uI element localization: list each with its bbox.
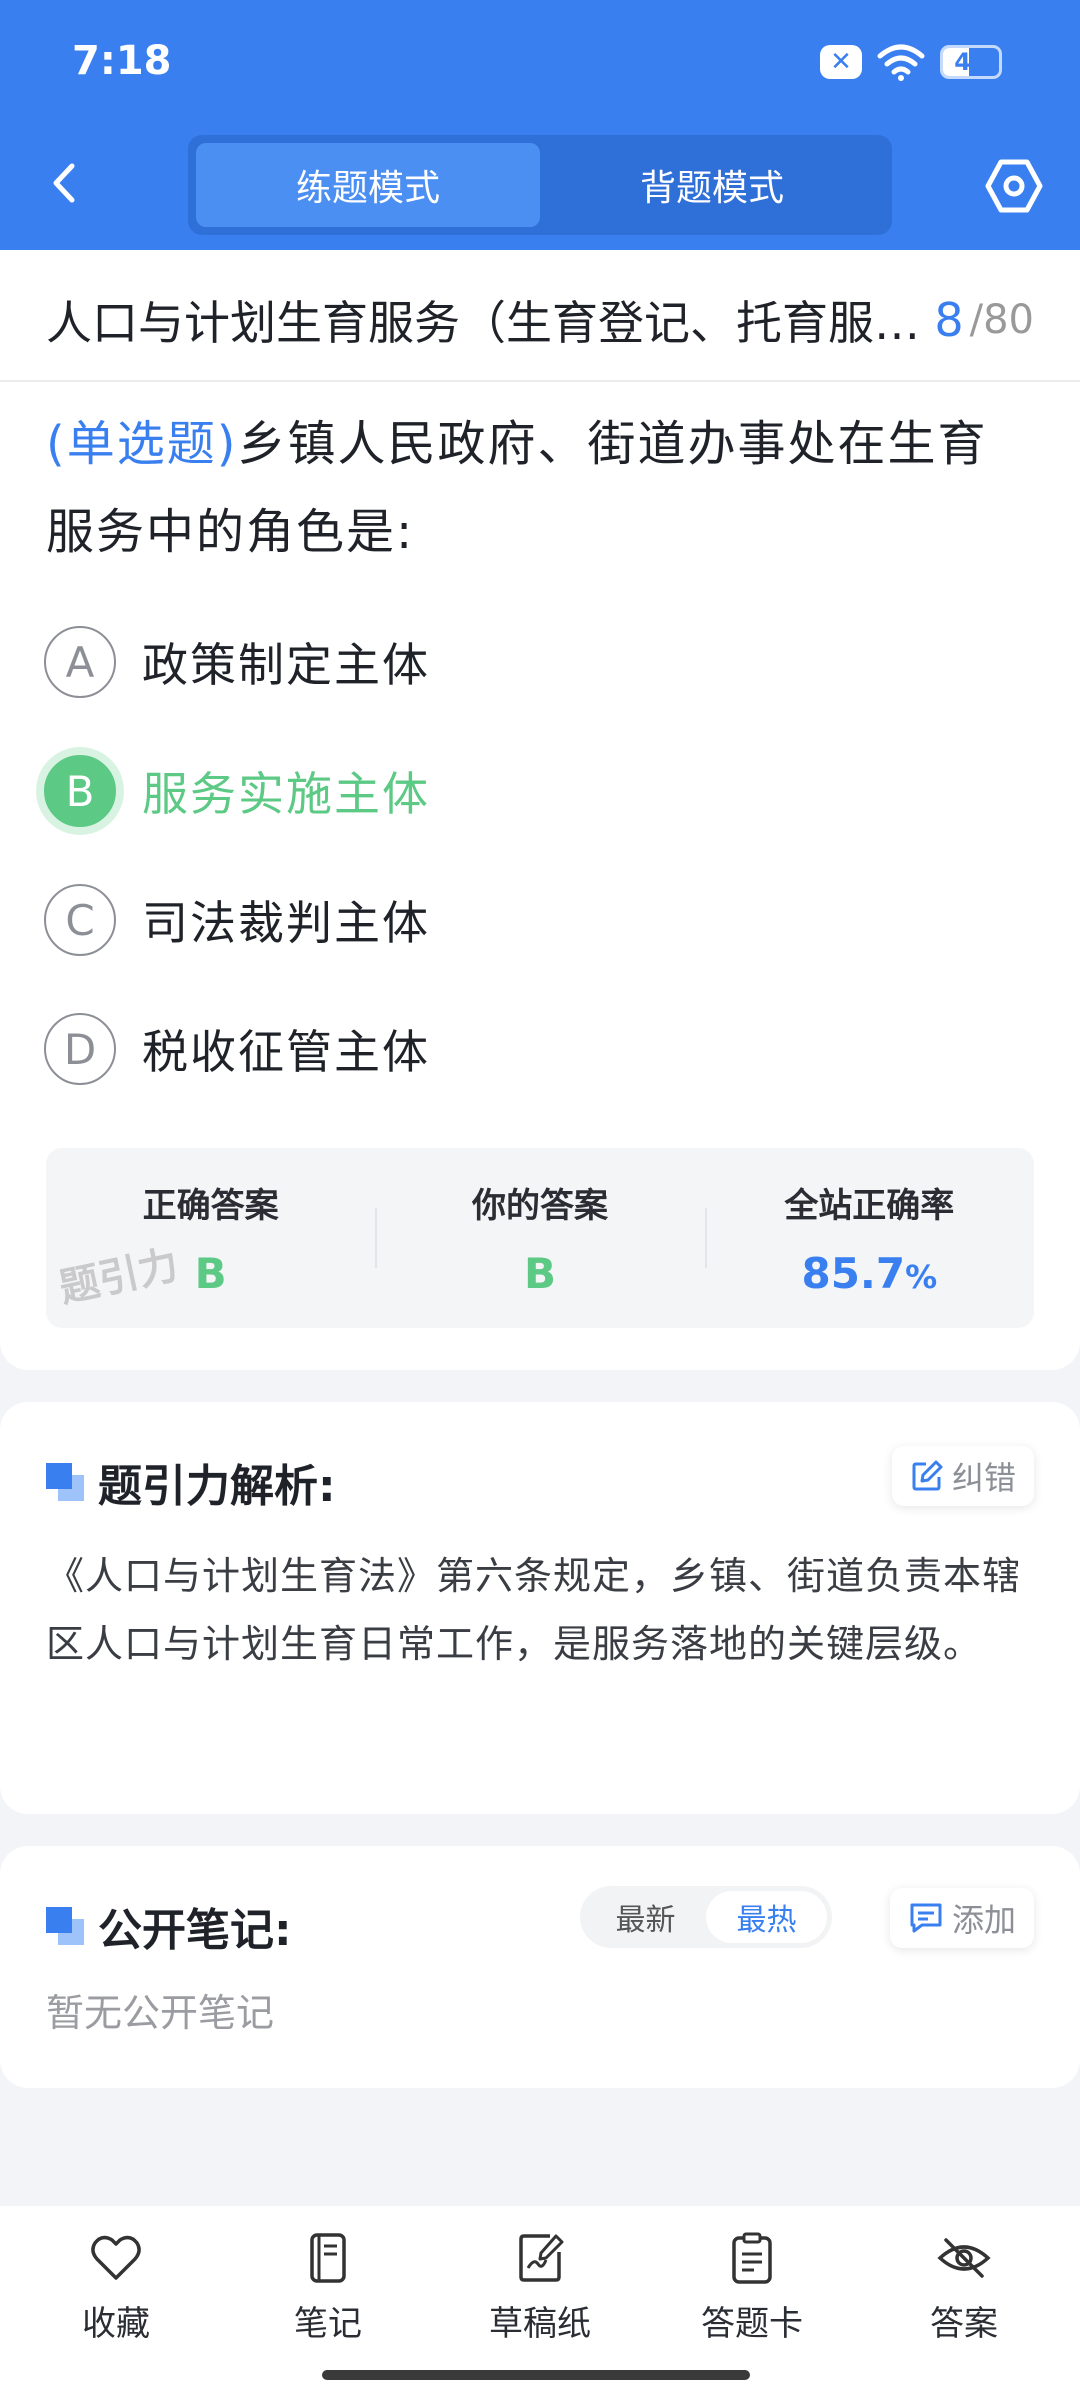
option-text: 服务实施主体 xyxy=(142,767,430,821)
mode-switch: 练题模式 背题模式 xyxy=(188,135,892,235)
analysis-title: 题引力解析: xyxy=(98,1461,336,1512)
report-error-label: 纠错 xyxy=(951,1459,1016,1497)
option-d[interactable]: D 税收征管主体 xyxy=(44,1011,430,1087)
draft-paper-icon xyxy=(519,2234,564,2282)
stat-value: B xyxy=(523,1249,556,1298)
back-button[interactable] xyxy=(40,158,90,208)
option-b[interactable]: B 服务实施主体 xyxy=(44,753,430,829)
notes-title: 公开笔记: xyxy=(98,1905,292,1956)
toolbar-answer[interactable]: 答案 xyxy=(858,2206,1070,2400)
edit-icon xyxy=(912,1460,943,1491)
stat-label: 全站正确率 xyxy=(784,1186,955,1226)
option-text: 司法裁判主体 xyxy=(142,896,430,950)
notes-card: 公开笔记: 最新 最热 添加 暂无公开笔记 xyxy=(0,1846,1080,2088)
section-square-icon xyxy=(46,1907,84,1945)
toolbar-favorite[interactable]: 收藏 xyxy=(10,2206,222,2400)
watermark: 题引力 xyxy=(55,1241,183,1312)
battery-level: 47 xyxy=(954,48,988,76)
wifi-icon xyxy=(877,44,925,81)
section-title: 人口与计划生育服务（生育登记、托育服务、生育保险） xyxy=(46,296,926,350)
stat-site-rate: 全站正确率 85.7% xyxy=(704,1148,1034,1328)
toolbar-label: 答案 xyxy=(930,2304,998,2344)
eye-off-icon xyxy=(937,2238,991,2278)
option-letter: A xyxy=(44,626,116,698)
question-section-row: 人口与计划生育服务（生育登记、托育服务、生育保险） 8 /80 xyxy=(46,288,1034,352)
tab-memorize-mode[interactable]: 背题模式 xyxy=(540,143,884,227)
sort-latest[interactable]: 最新 xyxy=(585,1891,706,1943)
toolbar-label: 草稿纸 xyxy=(489,2304,591,2344)
top-header: 7:18 ✕ 47 练题模式 背题模式 xyxy=(0,0,1080,250)
analysis-card: 题引力解析: 纠错 《人口与计划生育法》第六条规定，乡镇、街道负责本辖区人口与计… xyxy=(0,1402,1080,1814)
notes-header: 公开笔记: xyxy=(46,1894,292,1958)
option-a[interactable]: A 政策制定主体 xyxy=(44,624,430,700)
tab-practice-mode[interactable]: 练题模式 xyxy=(196,143,540,227)
sort-hottest[interactable]: 最热 xyxy=(706,1891,827,1943)
report-error-button[interactable]: 纠错 xyxy=(891,1446,1034,1506)
question-total-value: 80 xyxy=(983,297,1034,343)
comment-icon xyxy=(910,1903,942,1933)
option-text: 政策制定主体 xyxy=(142,638,430,692)
question-type: (单选题) xyxy=(46,416,238,472)
notebook-icon xyxy=(310,2233,346,2283)
sim-blocked-icon: ✕ xyxy=(820,45,862,79)
home-indicator[interactable] xyxy=(322,2370,750,2380)
toolbar-label: 笔记 xyxy=(294,2304,362,2344)
add-note-label: 添加 xyxy=(951,1901,1016,1939)
stat-value: 85.7% xyxy=(801,1249,937,1298)
option-text: 税收征管主体 xyxy=(142,1025,430,1079)
toolbar-label: 收藏 xyxy=(82,2304,150,2344)
stat-label: 正确答案 xyxy=(142,1186,279,1226)
toolbar-label: 答题卡 xyxy=(701,2304,803,2344)
option-letter: D xyxy=(44,1013,116,1085)
settings-button[interactable] xyxy=(984,158,1044,214)
stat-your-answer: 你的答案 B xyxy=(375,1148,704,1328)
stat-value: B xyxy=(194,1249,227,1298)
answer-card-icon xyxy=(732,2232,772,2284)
notes-sort-toggle: 最新 最热 xyxy=(580,1886,832,1948)
add-note-button[interactable]: 添加 xyxy=(889,1888,1034,1948)
question-card: 人口与计划生育服务（生育登记、托育服务、生育保险） 8 /80 (单选题)乡镇人… xyxy=(0,250,1080,1370)
option-letter: C xyxy=(44,884,116,956)
battery-icon: 47 xyxy=(940,45,1002,79)
question-total: /80 xyxy=(969,297,1034,343)
chevron-left-icon xyxy=(53,163,75,203)
analysis-header: 题引力解析: xyxy=(46,1450,336,1514)
answer-stats: 正确答案 B 题引力 你的答案 B 全站正确率 85.7% xyxy=(46,1148,1034,1328)
option-c[interactable]: C 司法裁判主体 xyxy=(44,882,430,958)
option-letter: B xyxy=(44,755,116,827)
stat-label: 你的答案 xyxy=(471,1186,608,1226)
question-text: (单选题)乡镇人民政府、街道办事处在生育服务中的角色是: xyxy=(46,400,1036,576)
stat-correct-answer: 正确答案 B 题引力 xyxy=(46,1148,375,1328)
site-rate-number: 85.7 xyxy=(801,1249,906,1298)
site-rate-unit: % xyxy=(905,1258,938,1296)
notes-empty-text: 暂无公开笔记 xyxy=(46,1991,275,2035)
section-square-icon xyxy=(46,1463,84,1501)
analysis-text: 《人口与计划生育法》第六条规定，乡镇、街道负责本辖区人口与计划生育日常工作，是服… xyxy=(46,1554,1022,1666)
heart-icon xyxy=(91,2235,141,2280)
status-time: 7:18 xyxy=(72,38,172,84)
question-index: 8 xyxy=(934,293,964,347)
settings-hex-icon xyxy=(985,159,1043,213)
divider xyxy=(0,380,1080,382)
status-icons: ✕ 47 xyxy=(820,40,1002,84)
